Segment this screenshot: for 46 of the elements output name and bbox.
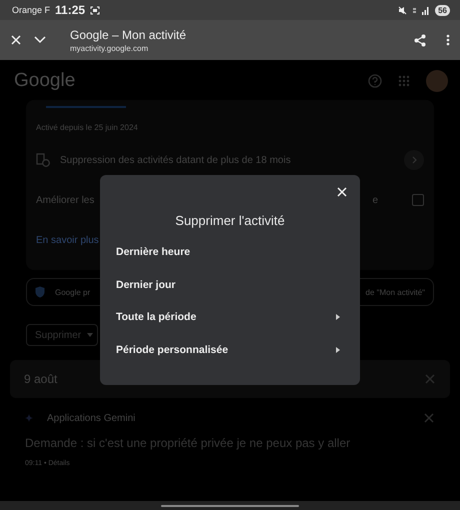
period-option[interactable]: Toute la période <box>100 301 360 334</box>
chevron-right-icon <box>412 156 416 164</box>
close-icon <box>10 34 22 46</box>
improve-setting-text: Améliorer les <box>36 194 94 206</box>
close-icon <box>336 186 348 198</box>
notice-text-end: de "Mon activité" <box>366 288 425 296</box>
open-button[interactable] <box>404 150 424 170</box>
app-name: Applications Gemini <box>47 412 136 424</box>
carrier-name: Orange F <box>12 5 50 15</box>
avatar[interactable] <box>426 70 448 92</box>
home-handle[interactable] <box>161 504 299 506</box>
share-button[interactable] <box>414 34 426 46</box>
period-option[interactable]: Dernier jour <box>100 268 360 301</box>
mute-icon <box>398 6 408 14</box>
notice-text: Google pr <box>55 288 92 296</box>
page-url: myactivity.google.com <box>70 44 150 52</box>
close-button[interactable] <box>10 34 22 46</box>
delete-entry-icon[interactable] <box>423 412 435 424</box>
delete-day-icon[interactable] <box>424 373 436 385</box>
close-dialog-button[interactable] <box>336 186 348 198</box>
more-button[interactable] <box>446 34 450 46</box>
collapse-button[interactable] <box>34 36 46 44</box>
caret-icon <box>87 333 94 337</box>
day-title: 9 août <box>24 372 58 386</box>
submenu-arrow-icon <box>336 346 340 353</box>
battery-indicator: 56 <box>435 4 450 16</box>
improve-setting-text-end: e <box>372 194 378 206</box>
period-option[interactable]: Dernière heure <box>100 236 360 268</box>
shield-icon <box>35 286 45 298</box>
submenu-arrow-icon <box>336 314 340 320</box>
signal-icon <box>412 6 430 14</box>
more-icon <box>446 34 450 46</box>
screenshot-icon <box>90 6 100 14</box>
activity-status: Activé depuis le 25 juin 2024 <box>36 122 138 132</box>
chevron-down-icon <box>34 36 46 44</box>
share-icon <box>414 34 426 46</box>
google-logo: Google <box>14 70 76 92</box>
period-option[interactable]: Période personnalisée <box>100 334 360 366</box>
apps-icon[interactable] <box>398 75 410 87</box>
page-title: Google – Mon activité <box>70 28 188 42</box>
help-icon[interactable] <box>368 74 382 88</box>
sparkle-icon <box>25 414 33 422</box>
auto-delete-icon <box>36 153 50 167</box>
clock: 11:25 <box>55 3 86 17</box>
dialog-title: Supprimer l'activité <box>174 213 286 228</box>
improve-checkbox[interactable] <box>412 194 424 206</box>
